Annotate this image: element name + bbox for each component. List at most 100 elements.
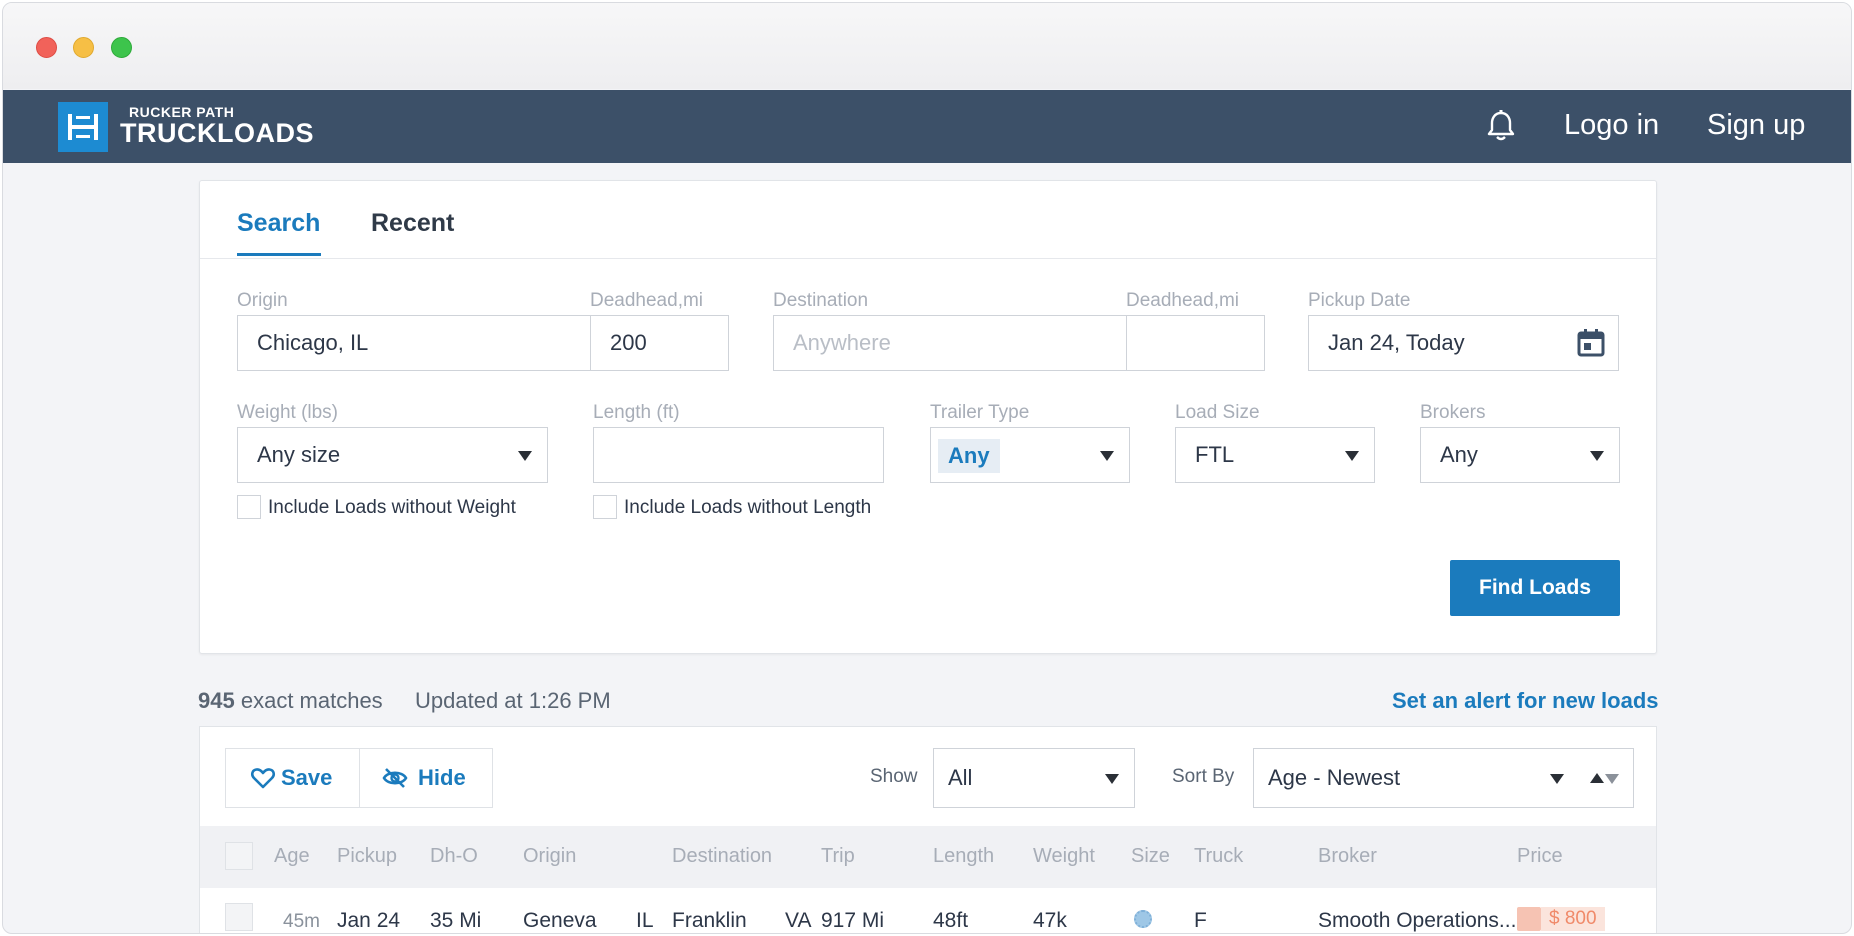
find-loads-button[interactable]: Find Loads [1450, 560, 1620, 616]
price-icon [1517, 907, 1541, 931]
col-weight[interactable]: Weight [1033, 845, 1095, 868]
origin-label: Origin [237, 290, 288, 311]
trailer-type-select[interactable]: Any [930, 427, 1130, 483]
match-count-number: 945 [198, 688, 235, 713]
show-select[interactable]: All [933, 748, 1135, 808]
length-input[interactable] [593, 427, 884, 483]
caret-down-icon [518, 451, 532, 461]
col-broker[interactable]: Broker [1318, 845, 1377, 868]
caret-down-icon [1550, 774, 1564, 784]
tab-recent[interactable]: Recent [371, 209, 454, 238]
eye-slash-icon [382, 768, 408, 788]
col-origin[interactable]: Origin [523, 845, 576, 868]
search-tabs: Search Recent [200, 181, 1656, 259]
row-pickup: Jan 24 [337, 909, 401, 932]
maximize-window-button[interactable] [111, 37, 132, 58]
destination-label: Destination [773, 290, 869, 311]
sort-by-value: Age - Newest [1268, 765, 1401, 790]
active-tab-indicator [237, 253, 321, 256]
match-count: 945 exact matches [198, 688, 383, 714]
login-link[interactable]: Logo in [1564, 109, 1659, 142]
origin-input[interactable]: Chicago, IL [237, 315, 591, 371]
hide-button[interactable]: Hide [359, 748, 493, 808]
row-destination-state: VA [785, 909, 812, 932]
trailer-type-chip: Any [938, 439, 1000, 473]
length-label: Length (ft) [593, 402, 680, 423]
row-length: 48ft [933, 909, 969, 932]
row-origin-city: Geneva [523, 909, 597, 932]
updated-time: Updated at 1:26 PM [415, 688, 611, 713]
deadhead-destination-label: Deadhead,mi [1126, 290, 1240, 311]
row-price: $ 800 [1541, 907, 1605, 931]
brokers-select[interactable]: Any [1420, 427, 1620, 483]
row-origin-state: IL [636, 909, 654, 932]
caret-down-icon [1590, 451, 1604, 461]
bell-icon[interactable] [1483, 108, 1519, 144]
save-button[interactable]: Save [225, 748, 360, 808]
sort-ascending-arrow [1590, 773, 1604, 783]
minimize-window-button[interactable] [73, 37, 94, 58]
include-no-weight-checkbox[interactable] [237, 495, 261, 519]
load-size-select[interactable]: FTL [1175, 427, 1375, 483]
caret-down-icon [1100, 451, 1114, 461]
include-no-length-label: Include Loads without Length [624, 497, 872, 518]
trailer-type-label: Trailer Type [930, 402, 1030, 423]
col-destination[interactable]: Destination [672, 845, 772, 868]
title-bar [3, 3, 1851, 89]
caret-down-icon [1105, 774, 1119, 784]
select-all-checkbox[interactable] [225, 842, 253, 870]
deadhead-origin-input[interactable]: 200 [590, 315, 729, 371]
col-dh-o[interactable]: Dh-O [430, 845, 478, 868]
row-weight: 47k [1033, 909, 1067, 932]
row-checkbox[interactable] [225, 903, 253, 931]
col-trip[interactable]: Trip [821, 845, 855, 868]
row-dh-o: 35 Mi [430, 909, 482, 932]
load-size-label: Load Size [1175, 402, 1260, 423]
brokers-value: Any [1440, 442, 1478, 467]
destination-input[interactable]: Anywhere [773, 315, 1127, 371]
col-age[interactable]: Age [274, 845, 310, 868]
col-size[interactable]: Size [1131, 845, 1170, 868]
col-price[interactable]: Price [1517, 845, 1563, 868]
brand-title[interactable]: TRUCKLOADS [120, 118, 314, 149]
weight-select-value: Any size [257, 442, 341, 467]
set-alert-link[interactable]: Set an alert for new loads [1392, 688, 1659, 714]
close-window-button[interactable] [36, 37, 57, 58]
row-truck: F [1194, 909, 1207, 932]
size-indicator-icon [1134, 910, 1152, 928]
deadhead-destination-input[interactable] [1126, 315, 1265, 371]
logo-icon[interactable] [58, 102, 108, 152]
sort-by-label: Sort By [1172, 766, 1235, 787]
hide-label: Hide [418, 765, 466, 790]
caret-down-icon [1345, 451, 1359, 461]
signup-link[interactable]: Sign up [1707, 109, 1805, 142]
tab-search[interactable]: Search [237, 209, 320, 238]
load-size-value: FTL [1195, 442, 1235, 467]
row-destination-city: Franklin [672, 909, 747, 932]
pickup-date-label: Pickup Date [1308, 290, 1411, 311]
sort-direction-icon[interactable] [1579, 748, 1634, 808]
col-pickup[interactable]: Pickup [337, 845, 397, 868]
calendar-icon[interactable] [1576, 328, 1606, 358]
heart-icon [250, 768, 276, 789]
col-length[interactable]: Length [933, 845, 994, 868]
deadhead-origin-label: Deadhead,mi [590, 290, 704, 311]
col-truck[interactable]: Truck [1194, 845, 1243, 868]
weight-select[interactable]: Any size [237, 427, 548, 483]
include-no-length-checkbox[interactable] [593, 495, 617, 519]
pickup-date-input[interactable]: Jan 24, Today [1308, 315, 1619, 371]
show-label: Show [870, 766, 918, 787]
row-trip: 917 Mi [821, 909, 885, 932]
row-age: 45m [283, 911, 320, 932]
weight-label: Weight (lbs) [237, 402, 339, 423]
table-header: Age Pickup Dh-O Origin Destination Trip … [200, 826, 1656, 888]
row-broker[interactable]: Smooth Operations... [1318, 909, 1516, 933]
browser-window: RUCKER PATH TRUCKLOADS Logo in Sign up S… [2, 2, 1852, 934]
results-panel: Save Hide Show All Sort By Age - Newest [199, 726, 1657, 933]
sort-descending-arrow [1605, 774, 1619, 784]
brokers-label: Brokers [1420, 402, 1486, 423]
sort-by-select[interactable]: Age - Newest [1253, 748, 1580, 808]
include-no-weight-label: Include Loads without Weight [268, 497, 516, 518]
show-select-value: All [948, 765, 973, 790]
top-navbar: RUCKER PATH TRUCKLOADS Logo in Sign up [3, 90, 1851, 163]
